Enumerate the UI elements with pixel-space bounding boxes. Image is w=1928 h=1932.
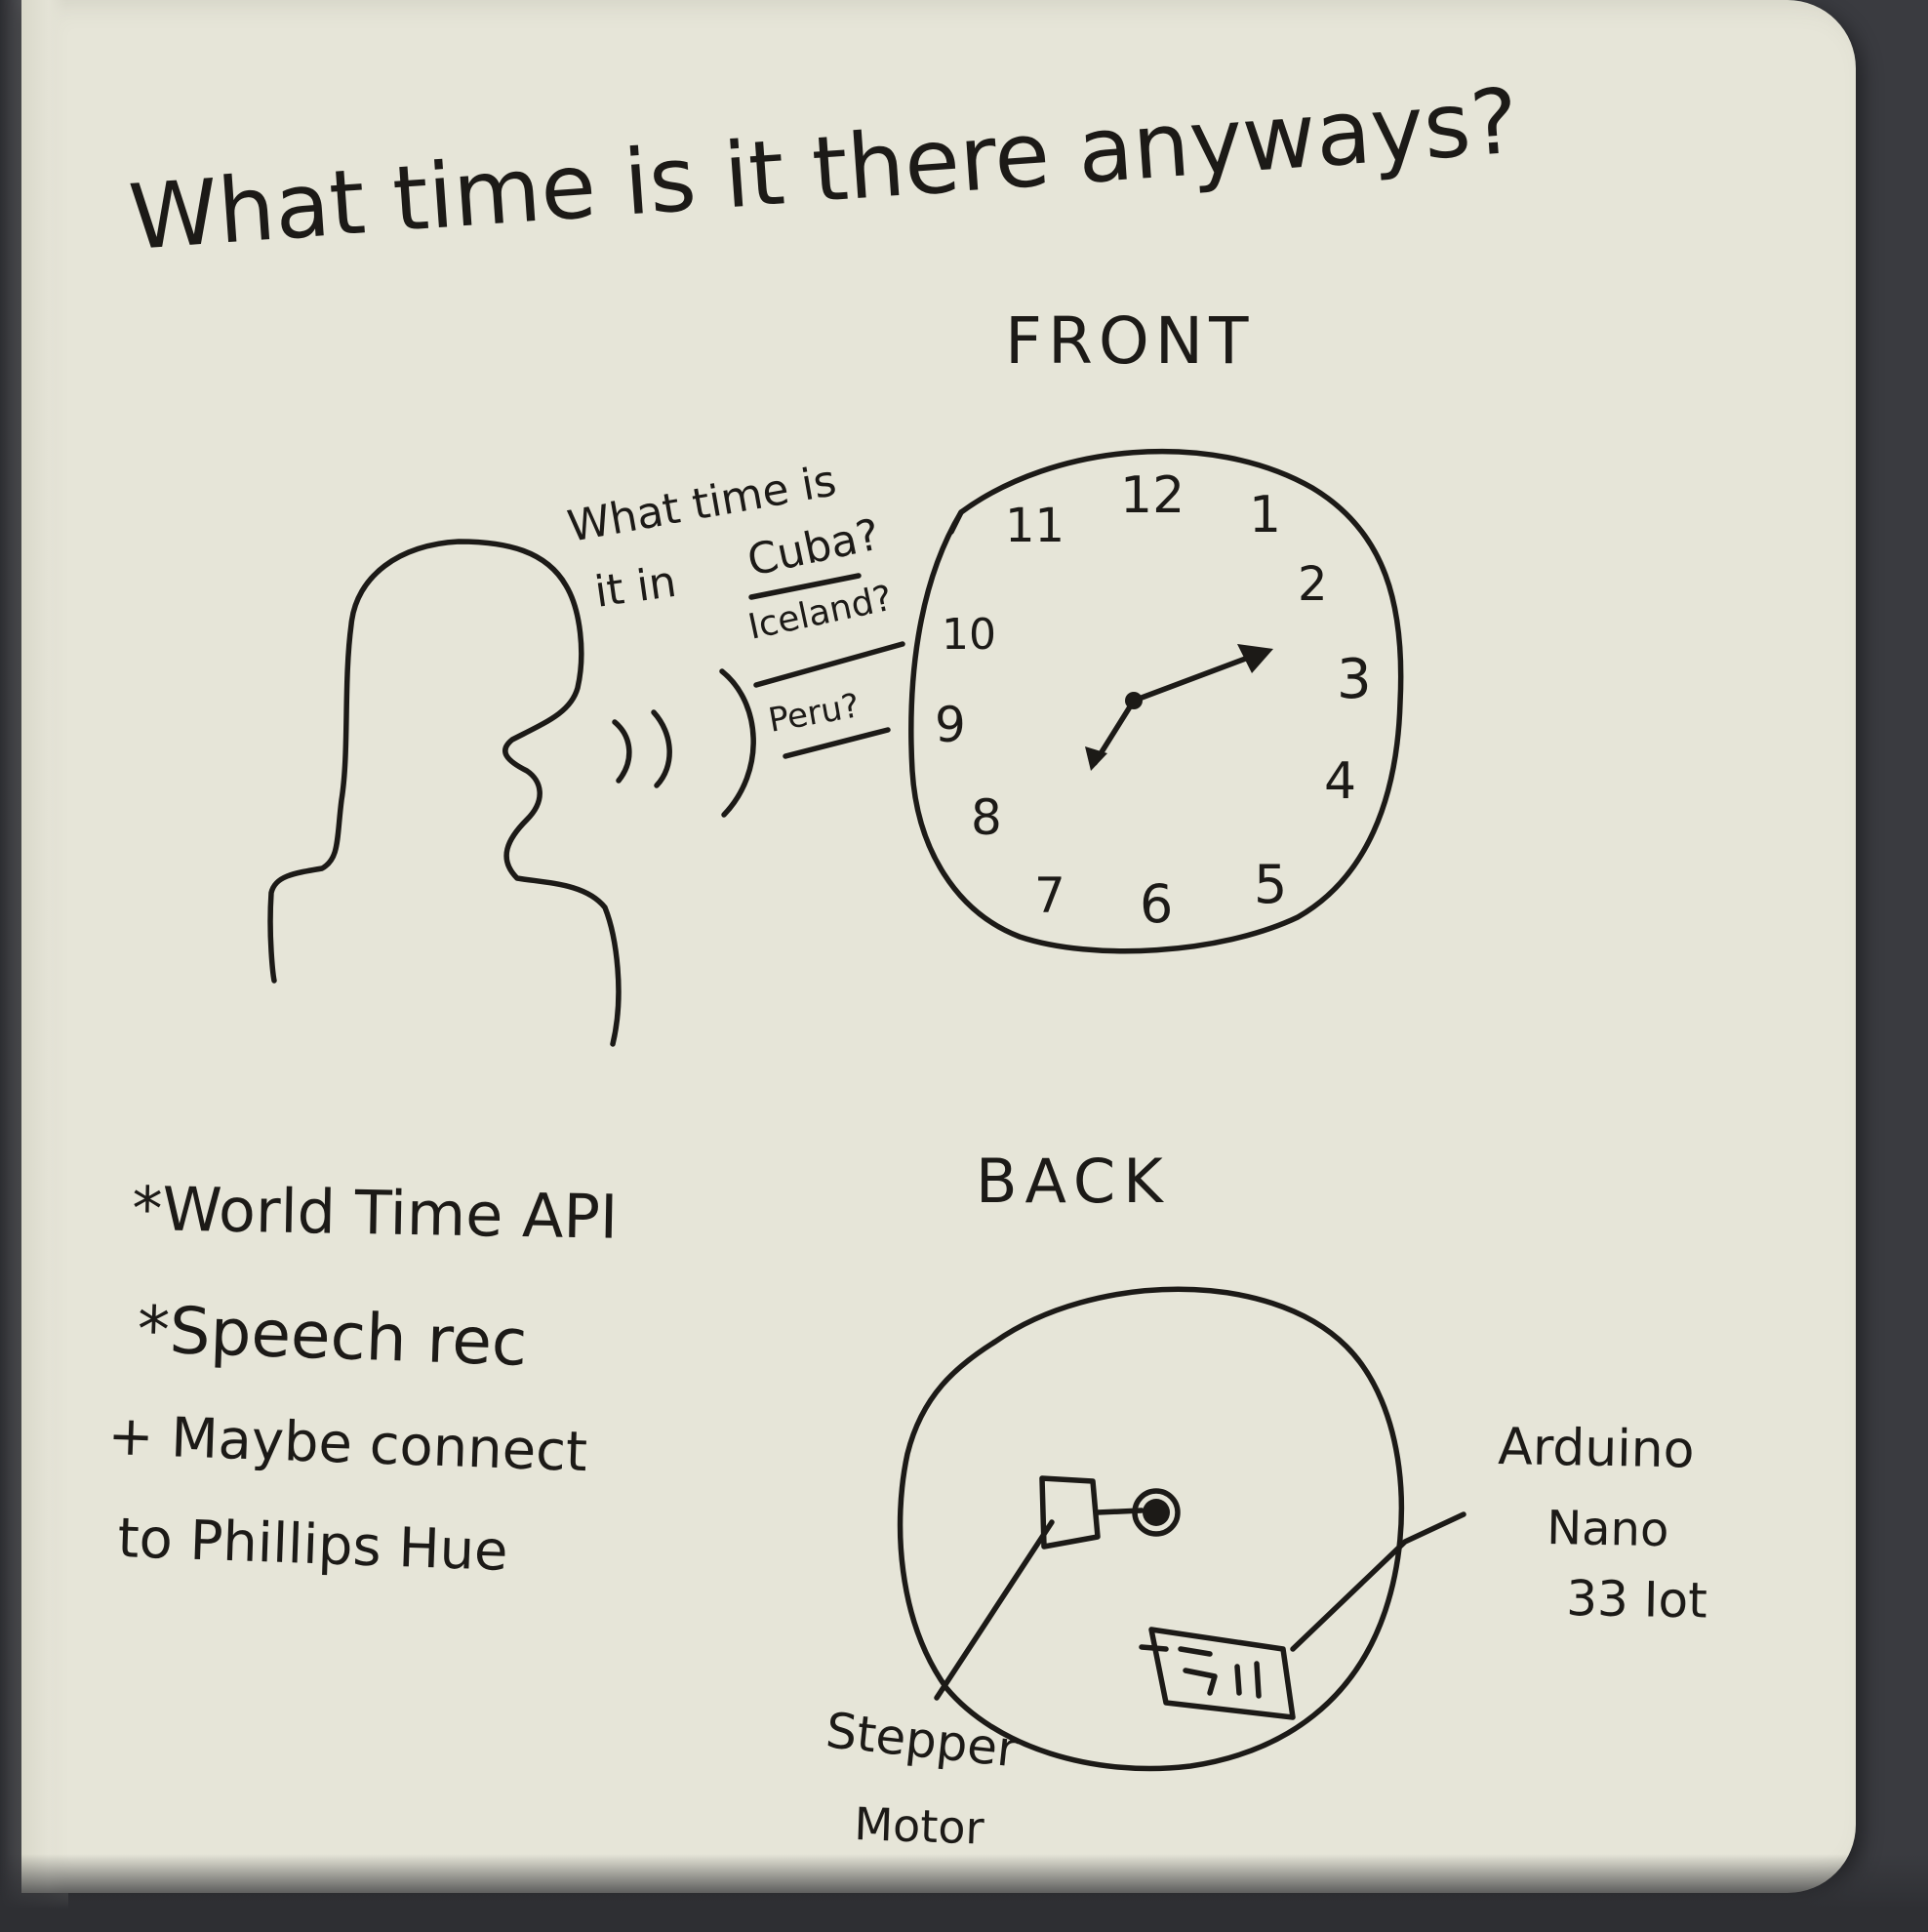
- note-world-time-api: *World Time API: [132, 1173, 619, 1253]
- clock-number-12: 12: [1120, 466, 1185, 525]
- back-label: BACK: [976, 1146, 1171, 1217]
- sketch-drawing: What time is it there anyways? FRONT Wha…: [107, 69, 1708, 1855]
- stepper-label-line-2: Motor: [854, 1797, 985, 1855]
- sound-wave-2: [651, 709, 672, 788]
- clock-body-back: [897, 1286, 1405, 1772]
- sound-wave-1: [612, 719, 632, 784]
- clock-number-2: 2: [1298, 557, 1328, 612]
- clock-number-8: 8: [971, 789, 1002, 846]
- stepper-gear: [1143, 1499, 1170, 1526]
- arduino-chip-2: [1183, 1668, 1218, 1696]
- arduino-usb: [1139, 1644, 1169, 1652]
- stepper-motor-body: [1039, 1475, 1101, 1550]
- underline-iceland: [753, 641, 905, 688]
- clock-number-3: 3: [1337, 648, 1372, 711]
- speech-line-2: it in: [591, 557, 679, 618]
- page-title: What time is it there anyways?: [126, 69, 1521, 270]
- person-silhouette: [267, 539, 622, 1047]
- speech-place-iceland: Iceland?: [744, 579, 896, 648]
- speech-place-cuba: Cuba?: [743, 509, 884, 585]
- arduino-label-line-1: Arduino: [1498, 1418, 1695, 1480]
- arduino-pin-1: [1234, 1664, 1242, 1696]
- arduino-board: [1148, 1627, 1296, 1720]
- arduino-label-line-2: Nano: [1546, 1501, 1669, 1557]
- stepper-leader-line: [934, 1519, 1055, 1701]
- note-phillips-hue: to Phillips Hue: [117, 1507, 509, 1584]
- clock-number-9: 9: [935, 697, 966, 753]
- note-maybe-connect: + Maybe connect: [107, 1404, 589, 1484]
- clock-number-4: 4: [1324, 752, 1356, 811]
- clock-number-1: 1: [1249, 486, 1281, 544]
- clock-number-5: 5: [1254, 854, 1287, 915]
- arduino-pin-2: [1254, 1661, 1262, 1699]
- arduino-chip-1: [1178, 1646, 1213, 1657]
- clock-number-6: 6: [1140, 873, 1173, 935]
- arduino-label-line-3: 33 Iot: [1566, 1570, 1707, 1630]
- clock-number-7: 7: [1034, 867, 1065, 924]
- clock-minute-hand: [1131, 649, 1266, 704]
- front-label: FRONT: [1005, 303, 1254, 379]
- clock-number-11: 11: [1005, 499, 1064, 553]
- clock-center-pin: [1125, 692, 1143, 709]
- note-speech-rec: *Speech rec: [136, 1292, 528, 1381]
- speech-place-peru: Peru?: [766, 686, 863, 741]
- stepper-label-line-1: Stepper: [823, 1702, 1021, 1778]
- sound-wave-3: [719, 668, 756, 818]
- clock-number-10: 10: [942, 610, 996, 660]
